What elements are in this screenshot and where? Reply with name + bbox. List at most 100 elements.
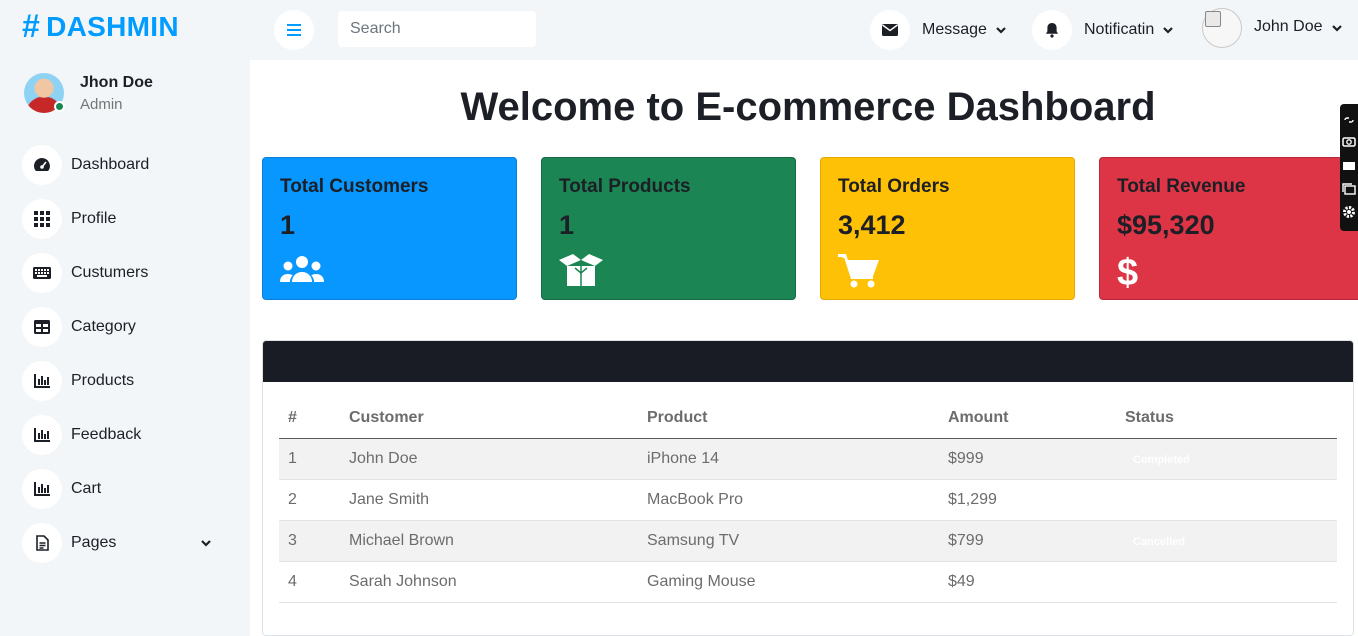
cell-status	[1116, 479, 1337, 521]
sidebar-item-feedback[interactable]: Feedback	[22, 415, 222, 455]
bar-chart-icon	[22, 415, 62, 455]
brand-name: DASHMIN	[46, 10, 179, 42]
bell-icon	[1032, 10, 1072, 50]
cell-product: iPhone 14	[638, 438, 939, 480]
sidebar-item-dashboard[interactable]: Dashboard	[22, 145, 222, 185]
file-icon	[22, 523, 62, 563]
main-content: Welcome to E-commerce Dashboard Total Cu…	[250, 60, 1358, 636]
gear-icon[interactable]	[1342, 205, 1356, 224]
card-value: 3,412	[838, 210, 906, 240]
cell-customer: Jane Smith	[340, 479, 638, 521]
cell-index: 3	[279, 520, 340, 562]
search-input[interactable]	[338, 11, 536, 47]
cell-status: Cancelled	[1116, 520, 1337, 562]
total-products-card: Total Products 1	[541, 157, 796, 300]
status-badge: Completed	[1133, 453, 1190, 466]
sidebar-item-label: Products	[71, 372, 135, 389]
sidebar-item-cart[interactable]: Cart	[22, 469, 222, 509]
cell-index: 1	[279, 438, 340, 480]
link-icon[interactable]	[1344, 111, 1354, 129]
sidebar-item-label: Custumers	[71, 264, 149, 281]
card-value: 1	[280, 210, 296, 240]
card-title: Total Customers	[280, 176, 429, 197]
profile-name: John Doe	[1254, 18, 1323, 35]
table-row: 1 John Doe iPhone 14 $999 Completed	[279, 438, 1337, 480]
chevron-down-icon	[201, 540, 211, 547]
copy-icon[interactable]	[1342, 182, 1356, 200]
status-badge: Cancelled	[1133, 535, 1185, 548]
card-title: Total Revenue	[1117, 176, 1246, 197]
cell-index: 2	[279, 479, 340, 521]
total-orders-card: Total Orders 3,412	[820, 157, 1075, 300]
hamburger-icon	[287, 24, 301, 36]
cell-customer: Sarah Johnson	[340, 561, 638, 603]
bar-chart-icon	[22, 361, 62, 401]
message-label: Message	[922, 21, 987, 38]
profile-dropdown[interactable]: John Doe	[1202, 8, 1343, 48]
cell-amount: $1,299	[939, 479, 1116, 521]
cell-customer: John Doe	[340, 438, 638, 480]
sidebar-item-label: Pages	[71, 534, 117, 551]
sidebar-item-profile[interactable]: Profile	[22, 199, 222, 239]
hash-icon: #	[22, 8, 41, 44]
column-header: Amount	[939, 398, 1116, 439]
user-name: Jhon Doe	[80, 73, 153, 91]
recent-orders-panel: # Customer Product Amount Status 1 John …	[262, 340, 1354, 636]
users-icon	[280, 256, 324, 282]
sidebar-item-customers[interactable]: Custumers	[22, 253, 222, 293]
chevron-down-icon	[996, 27, 1006, 34]
table-row: 3 Michael Brown Samsung TV $799 Cancelle…	[279, 520, 1337, 562]
dollar-icon: $	[1117, 252, 1138, 294]
card-value: $95,320	[1117, 210, 1215, 240]
table-icon	[22, 307, 62, 347]
card-title: Total Products	[559, 176, 691, 197]
cell-amount: $49	[939, 561, 1116, 603]
notification-dropdown[interactable]: Notificatin	[1032, 10, 1174, 50]
sidebar-item-products[interactable]: Products	[22, 361, 222, 401]
card-title: Total Orders	[838, 176, 950, 197]
user-role: Admin	[80, 95, 123, 113]
column-header: Product	[638, 398, 939, 439]
column-header: Status	[1116, 398, 1337, 439]
floating-toolbar	[1340, 104, 1358, 231]
envelope-icon	[870, 10, 910, 50]
top-navbar: Message Notificatin John Doe	[250, 0, 1358, 60]
orders-table: # Customer Product Amount Status 1 John …	[279, 398, 1337, 603]
box-open-icon	[559, 254, 603, 286]
avatar	[24, 73, 65, 113]
total-customers-card: Total Customers 1	[262, 157, 517, 300]
cell-amount: $999	[939, 438, 1116, 480]
cell-index: 4	[279, 561, 340, 603]
cell-status: Completed	[1116, 438, 1337, 480]
cell-amount: $799	[939, 520, 1116, 562]
status-badge	[1125, 574, 1141, 592]
sidebar-item-label: Category	[71, 318, 136, 335]
online-status-dot	[54, 101, 65, 112]
sidebar-item-label: Cart	[71, 480, 102, 497]
sidebar-item-label: Profile	[71, 210, 117, 227]
page-title: Welcome to E-commerce Dashboard	[460, 85, 1156, 129]
sidebar-nav: Dashboard Profile Custumers Category Pro…	[22, 145, 222, 577]
brand-logo[interactable]: # DASHMIN	[22, 8, 179, 45]
cell-status	[1116, 561, 1337, 603]
rectangle-icon[interactable]	[1342, 158, 1356, 176]
table-row: 2 Jane Smith MacBook Pro $1,299	[279, 479, 1337, 521]
cell-product: Gaming Mouse	[638, 561, 939, 603]
tachometer-icon	[22, 145, 62, 185]
sidebar-toggle-button[interactable]	[274, 10, 314, 50]
notification-label: Notificatin	[1084, 21, 1155, 38]
sidebar-item-pages[interactable]: Pages	[22, 523, 222, 563]
chevron-down-icon	[1163, 27, 1174, 34]
sidebar: # DASHMIN Jhon Doe Admin Dashboard Profi…	[0, 0, 250, 636]
shopping-cart-icon	[838, 254, 879, 288]
camera-icon[interactable]	[1342, 134, 1356, 152]
sidebar-item-category[interactable]: Category	[22, 307, 222, 347]
table-header-row: # Customer Product Amount Status	[279, 398, 1337, 439]
message-dropdown[interactable]: Message	[870, 10, 1007, 50]
total-revenue-card: Total Revenue $95,320 $	[1099, 157, 1358, 300]
sidebar-item-label: Feedback	[71, 426, 142, 443]
card-value: 1	[559, 210, 575, 240]
sidebar-user: Jhon Doe Admin	[24, 73, 153, 113]
bar-chart-icon	[22, 469, 62, 509]
panel-header	[263, 341, 1353, 382]
